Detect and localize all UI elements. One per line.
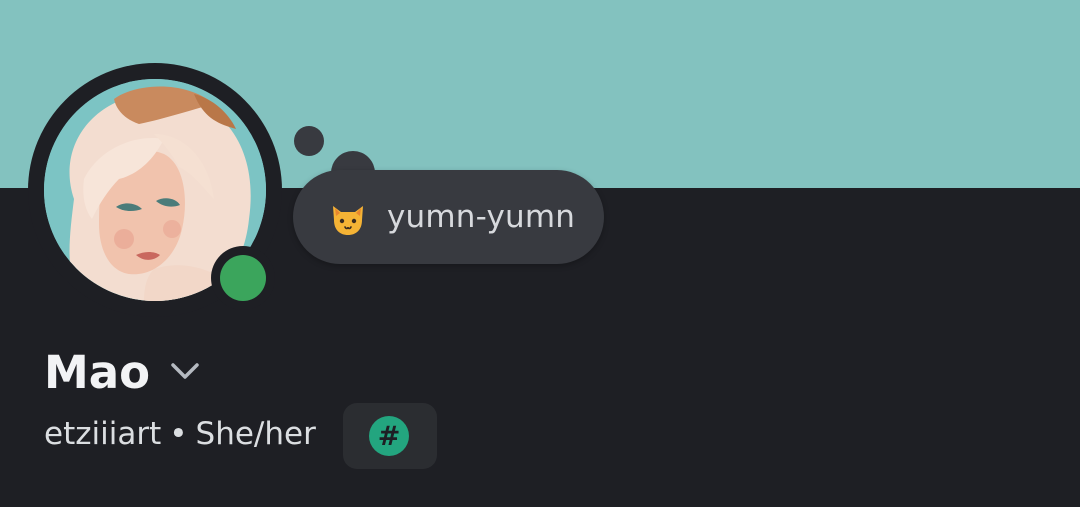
custom-status-bubble[interactable]: yumn-yumn [293,170,604,264]
hashtag-badge-button[interactable]: # [343,403,437,469]
custom-status-text: yumn-yumn [387,199,576,235]
user-meta-line: etziiiart • She/her [44,413,316,455]
separator-dot: • [169,416,188,452]
cat-face-emoji-icon [333,206,363,235]
thought-bubble-dot [294,126,324,156]
online-status-indicator [220,255,266,301]
chevron-down-icon[interactable] [168,360,202,382]
hashtag-icon: # [369,416,409,456]
display-name: Mao [44,346,151,399]
pronouns: She/her [195,416,316,452]
username: etziiiart [44,416,162,452]
